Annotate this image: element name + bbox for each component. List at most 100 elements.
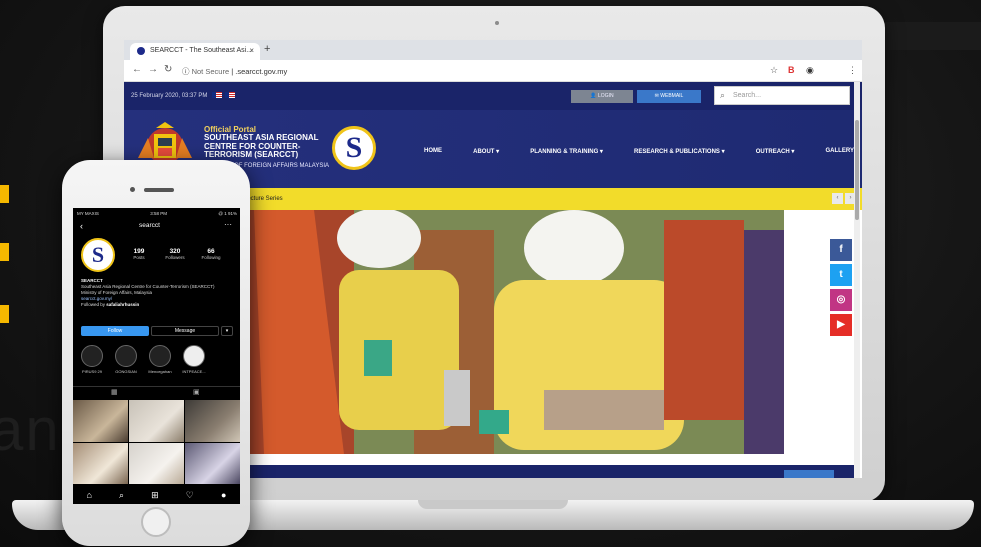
follow-button[interactable]: Follow	[81, 326, 149, 336]
post-thumbnail[interactable]	[129, 442, 184, 484]
post-thumbnail[interactable]	[185, 400, 240, 442]
search-icon: ⌕	[720, 90, 726, 100]
browser-tabbar: SEARCCT - The Southeast Asi... × +	[124, 40, 862, 60]
webmail-label: WEBMAIL	[660, 93, 684, 99]
scrollbar-thumb[interactable]	[855, 120, 859, 220]
extension-icon[interactable]: ◉	[806, 65, 814, 76]
followed-by-name: safaliahrhussin	[106, 302, 140, 308]
post-thumbnail[interactable]	[73, 400, 128, 442]
grid-view-icon[interactable]: ▦	[111, 388, 118, 396]
url-text: .searcct.gov.my	[235, 67, 288, 76]
instagram-screen: MY MAXIS 3:58 PM @ 1 91% ‹ searcct ··· S…	[73, 208, 240, 504]
avatar-letter: S	[91, 242, 105, 267]
nav-research-publications[interactable]: RESEARCH & PUBLICATIONS ▾	[634, 148, 725, 155]
url-field[interactable]: ⓘ Not Secure | .searcct.gov.my	[182, 66, 287, 77]
laptop-camera	[495, 21, 499, 25]
uk-flag-icon[interactable]	[225, 92, 236, 98]
highlight-item[interactable]: PIRUS9 29	[79, 345, 105, 374]
browser-menu-icon[interactable]: ⋮	[848, 65, 857, 76]
portal-line2: SOUTHEAST ASIA REGIONAL CENTRE FOR COUNT…	[204, 133, 319, 160]
nav-about[interactable]: ABOUT ▾	[473, 148, 499, 155]
social-sidebar: f t ◎ ▶	[830, 239, 852, 339]
logo-letter: S	[345, 131, 363, 164]
phone-statusbar: MY MAXIS 3:58 PM @ 1 91%	[77, 211, 237, 216]
nav-home[interactable]: HOME	[424, 148, 442, 155]
facebook-icon[interactable]: f	[830, 239, 852, 261]
login-label: LOGIN	[598, 93, 614, 99]
site-topstrip: 25 February 2020, 03:37 PM 👤 LOGIN ✉ WEB…	[124, 82, 862, 110]
search-icon[interactable]: ⌕	[119, 490, 124, 501]
followed-by-text: Followed by	[81, 302, 107, 308]
grid-tabs: ▦ ▣	[73, 386, 240, 398]
search-placeholder: Search...	[733, 92, 762, 99]
bookmark-star-icon[interactable]: ☆	[770, 65, 778, 76]
nav-planning-training[interactable]: PLANNING & TRAINING ▾	[530, 148, 603, 155]
forward-icon[interactable]: →	[148, 64, 158, 75]
tab-close-icon[interactable]: ×	[249, 46, 254, 55]
carrier-text: MY MAXIS	[77, 211, 99, 216]
highlight-label: GONGSIAN	[115, 369, 137, 374]
laptop-notch	[418, 500, 568, 509]
tagged-view-icon[interactable]: ▣	[193, 388, 200, 396]
post-grid	[73, 400, 240, 484]
browser-tab[interactable]: SEARCCT - The Southeast Asi... ×	[130, 43, 260, 60]
highlight-item[interactable]: Mencegahan	[147, 345, 173, 374]
searcct-logo[interactable]: S	[332, 126, 376, 170]
hero-banner-image[interactable]	[244, 210, 784, 454]
home-icon[interactable]: ⌂	[87, 490, 92, 500]
bio-followed[interactable]: Followed by safaliahrhussin	[81, 302, 231, 308]
favicon-icon	[137, 47, 145, 55]
ticker-prev-icon[interactable]: ‹	[832, 193, 843, 204]
phone-home-button[interactable]	[141, 507, 171, 537]
reload-icon[interactable]: ↻	[164, 64, 172, 75]
nav-gallery[interactable]: GALLERY	[826, 148, 854, 155]
new-tab-button[interactable]: +	[264, 43, 270, 55]
twitter-icon[interactable]: t	[830, 264, 852, 286]
followers-label: Followers	[165, 255, 185, 260]
ig-handle: searcct	[139, 222, 160, 229]
back-icon[interactable]: ←	[132, 64, 142, 75]
youtube-icon[interactable]: ▶	[830, 314, 852, 336]
following-label: Following	[201, 255, 221, 260]
background-watermark: an	[0, 396, 61, 463]
highlight-circle	[149, 345, 171, 367]
hazmat-training-photo	[244, 210, 784, 454]
highlight-label: INTPEACE...	[182, 369, 206, 374]
security-label: Not Secure	[191, 67, 230, 76]
hero-footer-tab[interactable]	[784, 470, 834, 478]
site-search-input[interactable]: ⌕ Search...	[714, 86, 850, 105]
post-thumbnail[interactable]	[185, 442, 240, 484]
phone-speaker	[144, 188, 174, 192]
datetime-text: 25 February 2020, 03:37 PM	[131, 93, 208, 99]
highlight-circle	[183, 345, 205, 367]
hero-footer-bar	[244, 465, 856, 478]
address-bar: ← → ↻ ⓘ Not Secure | .searcct.gov.my ☆ B…	[124, 60, 862, 82]
stat-following[interactable]: 66 Following	[193, 248, 229, 260]
tab-title: SEARCCT - The Southeast Asi...	[150, 47, 253, 54]
post-thumbnail[interactable]	[73, 442, 128, 484]
phone-camera	[130, 187, 135, 192]
stat-posts[interactable]: 199 Posts	[121, 248, 157, 260]
highlight-label: PIRUS9 29	[81, 369, 102, 374]
activity-heart-icon[interactable]: ♡	[186, 490, 194, 501]
message-button[interactable]: Message	[151, 326, 219, 336]
ig-header: ‹ searcct ···	[73, 220, 240, 233]
profile-icon[interactable]: ●	[221, 490, 226, 500]
highlight-item[interactable]: INTPEACE...	[181, 345, 207, 374]
add-post-icon[interactable]: ⊞	[151, 490, 159, 501]
ig-avatar[interactable]: S	[81, 238, 115, 272]
highlight-label: Mencegahan	[148, 369, 172, 374]
promo-stage: an SEARCCT - The Southeast Asi... × + ← …	[0, 0, 981, 547]
post-thumbnail[interactable]	[129, 400, 184, 442]
instagram-icon[interactable]: ◎	[830, 289, 852, 311]
more-icon[interactable]: ···	[224, 220, 232, 229]
stat-followers[interactable]: 320 Followers	[157, 248, 193, 260]
malaysia-flag-icon[interactable]	[212, 92, 223, 98]
back-icon[interactable]: ‹	[80, 221, 83, 231]
webmail-button[interactable]: ✉ WEBMAIL	[637, 90, 701, 103]
suggestions-dropdown[interactable]: ▾	[221, 326, 233, 336]
login-button[interactable]: 👤 LOGIN	[571, 90, 633, 103]
extension-b-icon[interactable]: B	[788, 65, 795, 75]
highlight-item[interactable]: GONGSIAN	[113, 345, 139, 374]
nav-outreach[interactable]: OUTREACH ▾	[756, 148, 795, 155]
